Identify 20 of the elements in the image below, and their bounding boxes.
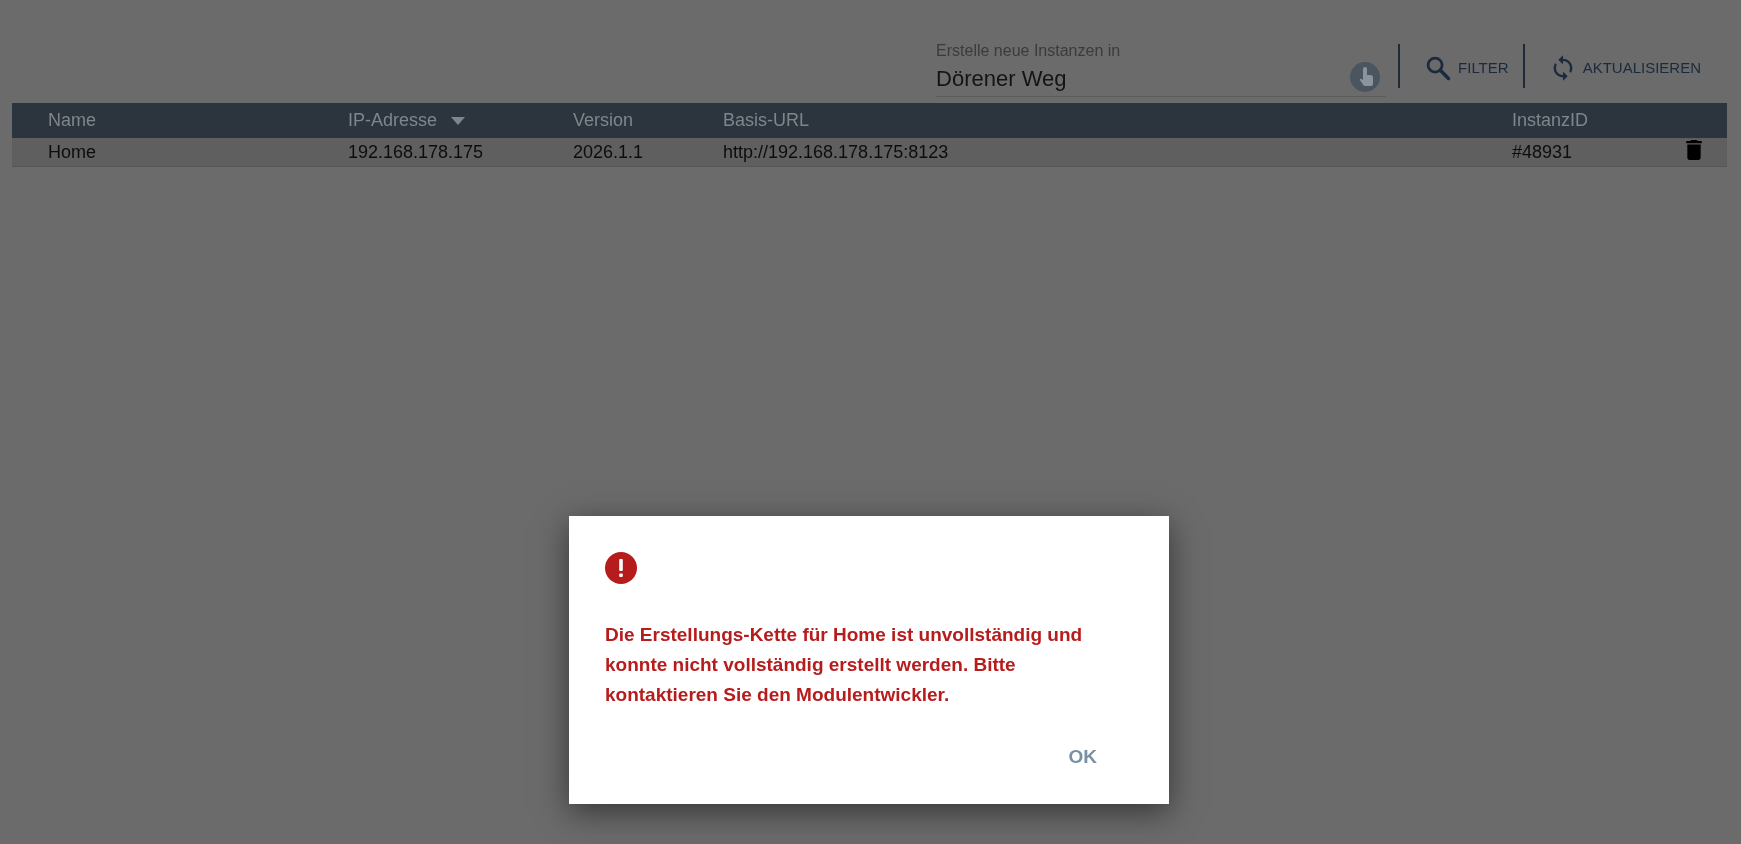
field-value: Dörener Weg bbox=[936, 66, 1067, 92]
table-cell: 192.168.178.175 bbox=[348, 141, 484, 162]
table-row[interactable]: Home 192.168.178.175 2026.1.1 http://192.168.178.175:8123 #48931 bbox=[12, 138, 1727, 167]
table-cell: 2026.1.1 bbox=[573, 141, 644, 162]
filter-button[interactable]: FILTER bbox=[1400, 53, 1523, 88]
table-cell: #48931 bbox=[1512, 141, 1573, 162]
column-header[interactable]: IP-Adresse bbox=[348, 110, 438, 131]
table-cell: Home bbox=[48, 141, 96, 162]
error-icon bbox=[605, 552, 637, 584]
sort-arrow-icon bbox=[451, 116, 466, 125]
refresh-button[interactable]: AKTUALISIEREN bbox=[1524, 53, 1715, 88]
trash-icon[interactable] bbox=[1685, 140, 1703, 160]
ok-button[interactable]: OK bbox=[1056, 740, 1109, 774]
touch-icon[interactable] bbox=[1350, 62, 1381, 92]
column-header[interactable]: Basis-URL bbox=[723, 110, 810, 131]
column-header[interactable]: Version bbox=[573, 110, 634, 131]
column-header[interactable]: InstanzID bbox=[1512, 110, 1589, 131]
error-message: Die Erstellungs-Kette für Home ist unvollständig und konnte nicht vollständig erstellt werden. Bitte kontaktieren Sie den Modulentwickler. bbox=[605, 623, 1084, 707]
column-header[interactable]: Name bbox=[48, 110, 96, 131]
table-cell: http://192.168.178.175:8123 bbox=[723, 141, 949, 162]
